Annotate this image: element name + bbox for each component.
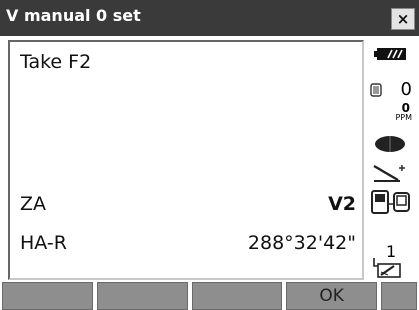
memory-card-icon (370, 83, 382, 97)
memory-count: 0 (400, 79, 412, 100)
softkey-f2[interactable] (96, 282, 188, 310)
softkey-bar: OK (2, 282, 417, 310)
ha-r-label: HA-R (20, 232, 67, 254)
softkey-f3[interactable] (191, 282, 283, 310)
main-panel: Take F2 ZA V2 HA-R 288°32'42" (8, 40, 364, 280)
page-number: 1 (386, 242, 397, 261)
app-window: V manual 0 set × Take F2 ZA V2 HA-R 288°… (0, 0, 419, 310)
ok-button[interactable]: OK (286, 282, 377, 310)
instruction-message: Take F2 (20, 51, 92, 73)
keyboard-input-icon (377, 263, 401, 278)
title-bar: V manual 0 set × (0, 0, 419, 36)
ha-r-value: 288°32'42" (247, 232, 356, 254)
battery-icon (374, 48, 406, 60)
softkey-f1[interactable] (2, 282, 93, 310)
softkey-extra[interactable] (381, 282, 417, 310)
close-button[interactable]: × (391, 8, 415, 30)
ppm-label: PPM (395, 113, 412, 122)
za-label: ZA (20, 193, 47, 215)
tilt-icon (373, 164, 405, 182)
za-value: V2 (328, 193, 356, 215)
status-sidebar: 0 0 PPM 1 (366, 40, 416, 280)
bluetooth-device-icon (371, 190, 410, 214)
prism-icon (375, 136, 405, 152)
window-title: V manual 0 set (6, 6, 141, 25)
